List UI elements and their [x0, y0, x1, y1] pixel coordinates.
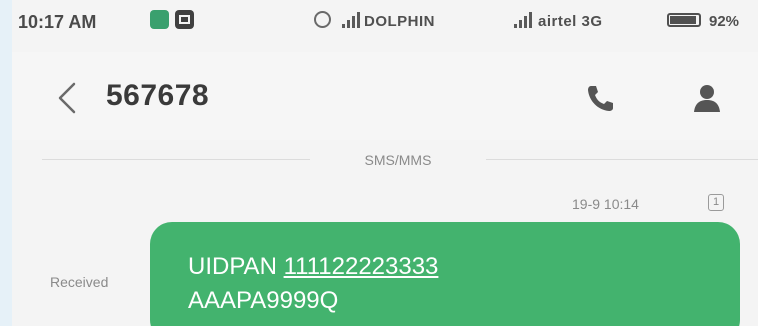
divider-line [42, 159, 310, 160]
battery-icon [667, 13, 701, 27]
person-icon[interactable] [692, 82, 722, 114]
phone-icon[interactable] [584, 82, 616, 114]
conversation-title: 567678 [106, 79, 210, 112]
conversation-header: 567678 [12, 52, 758, 140]
received-label: Received [50, 274, 109, 290]
gallery-notification-icon [175, 10, 194, 29]
back-icon[interactable] [50, 76, 86, 120]
battery-fill [670, 16, 696, 24]
signal-icon [514, 12, 532, 28]
battery-percent: 92% [709, 13, 740, 30]
status-bar: 10:17 AM DOLPHIN airtel 3G 92% [12, 0, 758, 48]
message-timestamp: 19-9 10:14 [572, 196, 639, 212]
messaging-screen: 10:17 AM DOLPHIN airtel 3G 92% 567678 SM… [12, 0, 758, 326]
carrier-name: airtel 3G [538, 13, 603, 30]
signal-icon [342, 12, 360, 28]
status-time: 10:17 AM [18, 12, 97, 32]
sim-icon: 1 [708, 194, 724, 211]
message-text: UIDPAN 111122223333 AAAPA9999Q [188, 250, 438, 318]
alarm-icon [314, 11, 331, 28]
message-line-2: AAAPA9999Q [188, 287, 339, 314]
message-type-divider: SMS/MMS [42, 148, 758, 172]
message-number-link[interactable]: 111122223333 [284, 253, 439, 280]
divider-line [486, 159, 758, 160]
carrier-name: DOLPHIN [364, 13, 435, 30]
message-bubble[interactable]: UIDPAN 111122223333 AAAPA9999Q [150, 222, 740, 326]
message-prefix: UIDPAN [188, 253, 284, 280]
notification-icon [150, 10, 169, 29]
divider-label: SMS/MMS [364, 152, 432, 168]
